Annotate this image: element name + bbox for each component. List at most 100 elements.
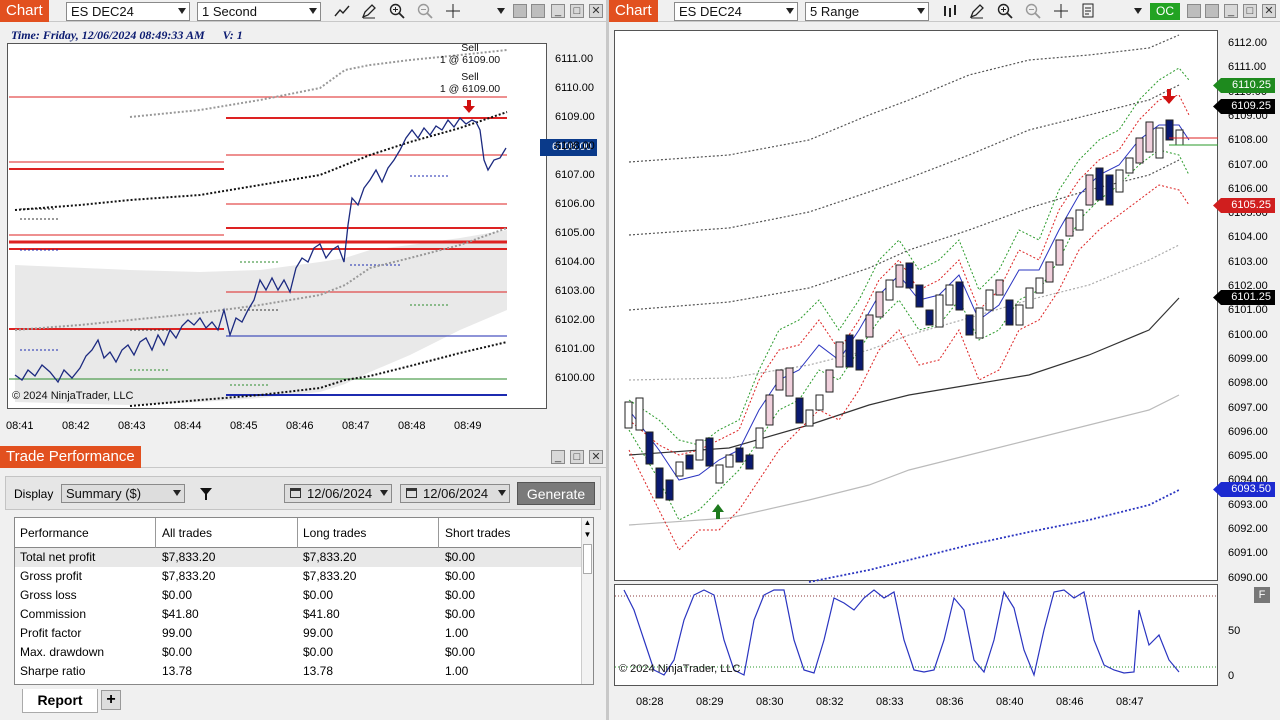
table-cell: $41.80 bbox=[303, 607, 340, 621]
time-tick: 08:43 bbox=[118, 420, 146, 432]
table-row[interactable]: Max. drawdown $0.00 $0.00 $0.00 bbox=[15, 643, 581, 662]
table-cell: $7,833.20 bbox=[162, 569, 216, 583]
price-tick: 6112.00 bbox=[1228, 37, 1267, 49]
table-cell: $0.00 bbox=[445, 569, 476, 583]
minimize-button[interactable]: _ bbox=[551, 450, 565, 464]
price-tick: 6100.00 bbox=[555, 372, 595, 384]
lower-solid-channel bbox=[628, 297, 1180, 456]
table-row[interactable]: Gross profit $7,833.20 $7,833.20 $0.00 bbox=[15, 567, 581, 586]
table-cell: $7,833.20 bbox=[303, 569, 357, 583]
annotation-line2: 1 @ 6109.00 bbox=[439, 83, 501, 95]
time-tick: 08:47 bbox=[342, 420, 370, 432]
time-tick: 08:46 bbox=[286, 420, 314, 432]
table-cell: $0.00 bbox=[162, 588, 193, 602]
osc-f-button[interactable]: F bbox=[1254, 587, 1270, 603]
sell-arrow bbox=[463, 100, 475, 113]
price-tag: 6105.25 bbox=[1213, 198, 1275, 213]
display-select[interactable]: Summary ($) bbox=[61, 484, 185, 503]
filter-icon[interactable] bbox=[199, 487, 213, 504]
col-header-all[interactable]: All trades bbox=[157, 518, 298, 548]
left-chart-svg[interactable] bbox=[0, 0, 606, 442]
col-header-performance[interactable]: Performance bbox=[15, 518, 156, 548]
green-band-upper bbox=[628, 67, 1190, 446]
trade-performance-title[interactable]: Trade Performance bbox=[0, 446, 141, 468]
time-tick: 08:29 bbox=[696, 696, 724, 708]
price-tick: 6103.00 bbox=[555, 285, 595, 297]
time-tick: 08:44 bbox=[174, 420, 202, 432]
right-chart-svg[interactable] bbox=[609, 0, 1280, 720]
table-cell: $7,833.20 bbox=[162, 550, 216, 564]
price-tick: 6099.00 bbox=[1228, 352, 1268, 365]
left-copyright: © 2024 NinjaTrader, LLC bbox=[12, 390, 134, 402]
chart-info-time: Time: Friday, 12/06/2024 08:49:33 AM V: … bbox=[11, 28, 243, 43]
display-label: Display bbox=[14, 487, 54, 501]
price-tick: 6106.00 bbox=[555, 198, 595, 210]
scroll-up-icon[interactable]: ▲ bbox=[582, 518, 593, 530]
red-band-lower bbox=[628, 184, 1190, 551]
table-cell: $7,833.20 bbox=[303, 550, 357, 564]
price-tick: 6111.00 bbox=[555, 53, 594, 65]
col-header-long[interactable]: Long trades bbox=[298, 518, 439, 548]
table-row[interactable]: Commission $41.80 $41.80 $0.00 bbox=[15, 605, 581, 624]
table-cell: 13.78 bbox=[162, 664, 193, 678]
close-button[interactable]: ✕ bbox=[589, 450, 603, 464]
sell-annotation-1: Sell 1 @ 6109.00 bbox=[438, 42, 502, 66]
add-tab-button[interactable]: + bbox=[101, 690, 121, 710]
left-chart-window: Chart ES DEC24 1 Second _ □ ✕ Time: Frid… bbox=[0, 0, 606, 442]
price-tick: 6108.00 bbox=[555, 140, 595, 152]
table-cell: Max. drawdown bbox=[20, 645, 105, 659]
time-tick: 08:33 bbox=[876, 696, 904, 708]
generate-button[interactable]: Generate bbox=[517, 482, 595, 505]
table-row[interactable]: Total net profit $7,833.20 $7,833.20 $0.00 bbox=[15, 548, 581, 567]
table-cell: $0.00 bbox=[445, 550, 476, 564]
info-time: Time: Friday, 12/06/2024 08:49:33 AM bbox=[11, 28, 205, 42]
price-tick: 6101.00 bbox=[1228, 304, 1268, 317]
time-tick: 08:41 bbox=[6, 420, 34, 432]
table-cell: $0.00 bbox=[445, 645, 476, 659]
table-cell: Gross loss bbox=[20, 588, 77, 602]
info-v: V: 1 bbox=[222, 28, 243, 42]
price-tick: 6091.00 bbox=[1228, 547, 1268, 560]
price-tick: 6097.00 bbox=[1228, 401, 1268, 414]
price-tick: 6110.00 bbox=[555, 82, 594, 94]
price-tick: 6102.00 bbox=[555, 314, 595, 326]
table-row[interactable]: Sharpe ratio 13.78 13.78 1.00 bbox=[15, 662, 581, 681]
table-cell: $0.00 bbox=[445, 607, 476, 621]
table-row[interactable]: Gross loss $0.00 $0.00 $0.00 bbox=[15, 586, 581, 605]
tab-report[interactable]: Report bbox=[22, 689, 98, 713]
table-cell: $0.00 bbox=[303, 588, 334, 602]
price-tick: 6098.00 bbox=[1228, 377, 1268, 390]
display-value: Summary ($) bbox=[66, 486, 142, 501]
chevron-down-icon bbox=[173, 490, 181, 496]
time-tick: 08:49 bbox=[454, 420, 482, 432]
price-tag: 6110.25 bbox=[1213, 78, 1275, 93]
time-tick: 08:32 bbox=[816, 696, 844, 708]
scroll-down-icon[interactable]: ▼ bbox=[582, 530, 593, 542]
table-cell: 13.78 bbox=[303, 664, 334, 678]
price-tick: 6093.00 bbox=[1228, 498, 1268, 511]
price-tick: 6106.00 bbox=[1228, 182, 1268, 195]
price-tick: 6109.00 bbox=[555, 111, 595, 123]
table-header: Performance All trades Long trades Short… bbox=[15, 518, 581, 548]
price-tick: 6103.00 bbox=[1228, 255, 1268, 268]
table-row[interactable]: Profit factor 99.00 99.00 1.00 bbox=[15, 624, 581, 643]
price-tick: 6108.00 bbox=[1228, 134, 1268, 147]
date-from-picker[interactable]: 12/06/2024 bbox=[284, 484, 392, 503]
scroll-thumb[interactable] bbox=[583, 544, 592, 574]
table-cell: Profit factor bbox=[20, 626, 82, 640]
osc-tick-50: 50 bbox=[1228, 625, 1241, 637]
price-tag: 6109.25 bbox=[1213, 99, 1275, 114]
lower-dotted-channel bbox=[808, 489, 1180, 583]
price-tick: 6090.00 bbox=[1228, 571, 1268, 584]
table-scrollbar[interactable]: ▲ ▼ bbox=[581, 518, 593, 684]
col-header-short[interactable]: Short trades bbox=[440, 518, 581, 548]
time-tick: 08:46 bbox=[1056, 696, 1084, 708]
performance-table: Performance All trades Long trades Short… bbox=[14, 517, 594, 685]
date-to-picker[interactable]: 12/06/2024 bbox=[400, 484, 510, 503]
maximize-button[interactable]: □ bbox=[570, 450, 584, 464]
osc-tick-0: 0 bbox=[1228, 670, 1235, 682]
blue-band bbox=[628, 124, 1190, 481]
table-cell: $0.00 bbox=[303, 645, 334, 659]
calendar-icon bbox=[406, 488, 417, 498]
table-cell: $41.80 bbox=[162, 607, 199, 621]
